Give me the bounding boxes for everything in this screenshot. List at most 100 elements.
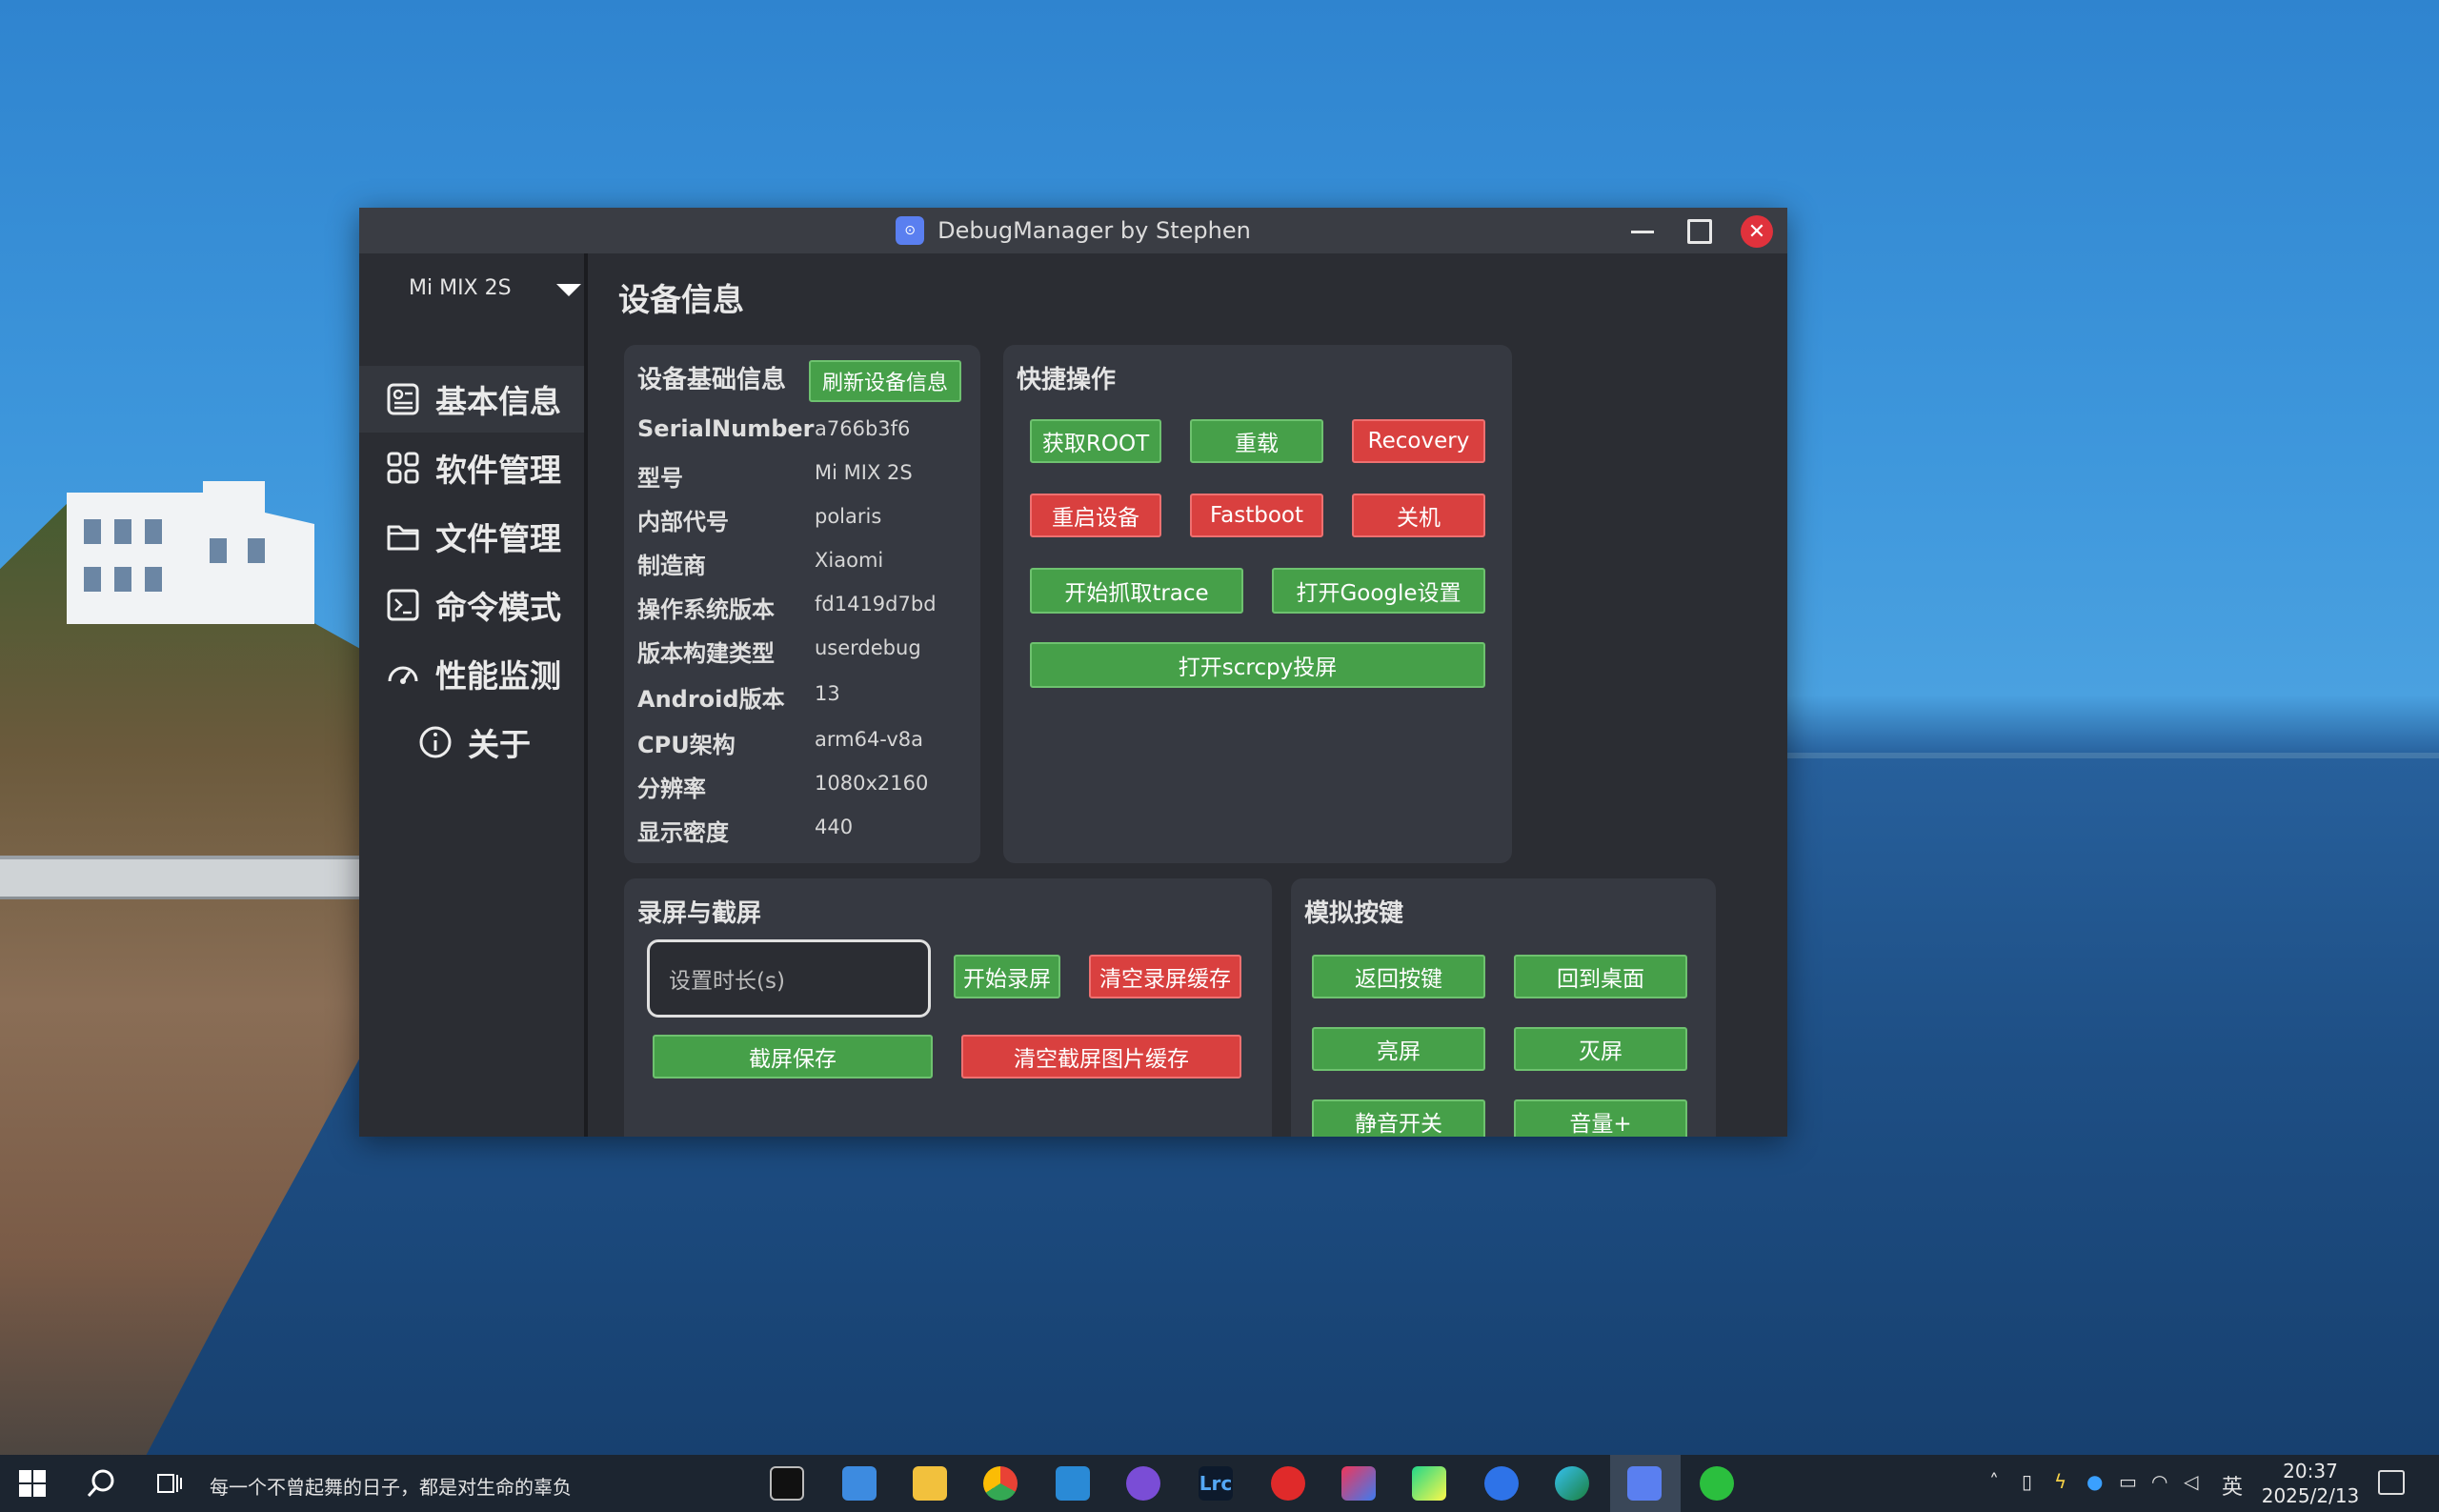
notification-center-icon[interactable] [2378, 1470, 2405, 1495]
usb-drive-icon[interactable]: ▯ [2022, 1470, 2032, 1493]
tray-chevron-up-icon[interactable]: ˄ [1989, 1470, 1999, 1493]
nav-software[interactable]: 软件管理 [359, 434, 584, 501]
netease-music-app-icon[interactable] [1271, 1466, 1305, 1501]
info-row: 内部代号 polaris [637, 503, 881, 536]
device-dropdown[interactable]: Mi MIX 2S [409, 276, 590, 300]
close-button[interactable]: ✕ [1741, 215, 1773, 248]
info-value: Xiaomi [815, 549, 884, 572]
info-row: Android版本 13 [637, 680, 840, 714]
info-key: 型号 [637, 465, 683, 492]
nav-label: 关于 [468, 726, 531, 763]
open-google-settings-button[interactable]: 打开Google设置 [1272, 568, 1485, 614]
nav-about[interactable]: 关于 [359, 709, 584, 776]
duration-input[interactable]: 设置时长(s) [647, 939, 931, 1018]
task-view-icon[interactable] [156, 1470, 183, 1501]
pycharm-app-icon[interactable] [1412, 1466, 1446, 1501]
power-icon[interactable]: ϟ [2054, 1470, 2066, 1493]
nav-files[interactable]: 文件管理 [359, 503, 584, 570]
home-key-button[interactable]: 回到桌面 [1514, 955, 1687, 998]
clear-screenshot-cache-button[interactable]: 清空截屏图片缓存 [961, 1035, 1241, 1079]
volume-up-button[interactable]: 音量+ [1514, 1099, 1687, 1137]
info-key: 显示密度 [637, 819, 729, 846]
battery-icon[interactable]: ▭ [2119, 1470, 2137, 1493]
info-row: CPU架构 arm64-v8a [637, 726, 923, 759]
info-card-icon [384, 380, 422, 418]
taskbar-search-text[interactable]: 每一个不曾起舞的日子，都是对生命的辜负 [210, 1472, 572, 1500]
clear-record-cache-button[interactable]: 清空录屏缓存 [1089, 955, 1241, 998]
github-app-icon[interactable] [1126, 1466, 1160, 1501]
screen-off-button[interactable]: 灭屏 [1514, 1027, 1687, 1071]
nav-label: 基本信息 [435, 383, 561, 420]
wifi-icon[interactable]: ◠ [2151, 1470, 2167, 1493]
open-scrcpy-button[interactable]: 打开scrcpy投屏 [1030, 642, 1485, 688]
volume-icon[interactable]: ◁ [2184, 1470, 2198, 1493]
info-value: 440 [815, 816, 854, 838]
refresh-device-button[interactable]: 刷新设备信息 [809, 360, 961, 402]
info-value: Mi MIX 2S [815, 461, 913, 484]
wechat-app-icon[interactable] [1700, 1466, 1734, 1501]
device-info-title: 设备基础信息 [637, 366, 787, 394]
clock-time: 20:37 [2283, 1460, 2338, 1482]
debugmanager-window: ⊙ DebugManager by Stephen ✕ Mi MIX 2S 基本… [359, 208, 1787, 1137]
start-record-button[interactable]: 开始录屏 [954, 955, 1060, 998]
caret-down-icon [556, 284, 581, 296]
info-key: 操作系统版本 [637, 596, 775, 623]
nav-label: 命令模式 [435, 589, 561, 626]
apps-grid-icon [384, 449, 422, 487]
info-value: 13 [815, 682, 840, 705]
edge-app-icon[interactable] [1555, 1466, 1589, 1501]
info-key: 版本构建类型 [637, 640, 775, 667]
app-logo-icon: ⊙ [896, 216, 925, 245]
nav-label: 性能监测 [435, 657, 561, 695]
xcode-app-icon[interactable] [1484, 1466, 1519, 1501]
start-trace-button[interactable]: 开始抓取trace [1030, 568, 1243, 614]
info-row: 型号 Mi MIX 2S [637, 459, 913, 493]
clock[interactable]: 20:37 2025/2/13 [2258, 1459, 2363, 1508]
keys-title: 模拟按键 [1304, 899, 1404, 928]
get-root-button[interactable]: 获取ROOT [1030, 419, 1161, 463]
file-explorer-app-icon[interactable] [913, 1466, 947, 1501]
minimize-button[interactable] [1626, 215, 1659, 248]
nav-label: 文件管理 [435, 520, 561, 557]
nav-command[interactable]: 命令模式 [359, 572, 584, 638]
mute-toggle-button[interactable]: 静音开关 [1312, 1099, 1485, 1137]
bridge-wallpaper [0, 856, 362, 899]
ime-indicator[interactable]: 英 [2222, 1470, 2243, 1501]
main-content: 设备信息 设备基础信息 刷新设备信息 SerialNumber a766b3f6 … [592, 253, 1787, 1137]
about-icon [416, 723, 454, 761]
record-title: 录屏与截屏 [637, 899, 762, 928]
device-name: Mi MIX 2S [409, 276, 512, 300]
nav-performance[interactable]: 性能监测 [359, 640, 584, 707]
reboot-button[interactable]: 重启设备 [1030, 494, 1161, 537]
page-title: 设备信息 [618, 281, 744, 318]
taskbar: 每一个不曾起舞的日子，都是对生命的辜负 Lrc ˄ ▯ ϟ ● ▭ ◠ ◁ 英 … [0, 1455, 2439, 1512]
info-row: 分辨率 1080x2160 [637, 770, 928, 803]
nav-basic-info[interactable]: 基本信息 [359, 366, 584, 433]
shutdown-button[interactable]: 关机 [1352, 494, 1485, 537]
screenshot-save-button[interactable]: 截屏保存 [653, 1035, 933, 1079]
intellij-app-icon[interactable] [1341, 1466, 1376, 1501]
terminal-app-icon[interactable] [770, 1466, 804, 1501]
fastboot-button[interactable]: Fastboot [1190, 494, 1323, 537]
vscode-app-icon[interactable] [1056, 1466, 1090, 1501]
screen-on-button[interactable]: 亮屏 [1312, 1027, 1485, 1071]
chrome-app-icon[interactable] [983, 1466, 1018, 1501]
edge-tray-icon[interactable]: ● [2086, 1470, 2103, 1493]
recovery-button[interactable]: Recovery [1352, 419, 1485, 463]
title-bar[interactable]: ⊙ DebugManager by Stephen ✕ [359, 208, 1787, 253]
info-row: 版本构建类型 userdebug [637, 635, 921, 668]
back-key-button[interactable]: 返回按键 [1312, 955, 1485, 998]
control-panel-app-icon[interactable] [842, 1466, 877, 1501]
windows-start-icon[interactable] [19, 1470, 46, 1497]
info-key: 制造商 [637, 553, 706, 579]
search-icon[interactable] [86, 1468, 116, 1502]
white-building-wallpaper [67, 481, 314, 624]
info-value: a766b3f6 [815, 417, 911, 440]
reload-button[interactable]: 重载 [1190, 419, 1323, 463]
info-key: 分辨率 [637, 776, 706, 802]
record-card: 录屏与截屏 设置时长(s) 开始录屏 清空录屏缓存 截屏保存 清空截屏图片缓存 [624, 878, 1272, 1137]
info-key: Android版本 [637, 686, 785, 713]
lightroom-app-icon[interactable]: Lrc [1199, 1466, 1233, 1501]
debugmanager-app-icon[interactable] [1627, 1466, 1662, 1501]
maximize-button[interactable] [1683, 215, 1716, 248]
